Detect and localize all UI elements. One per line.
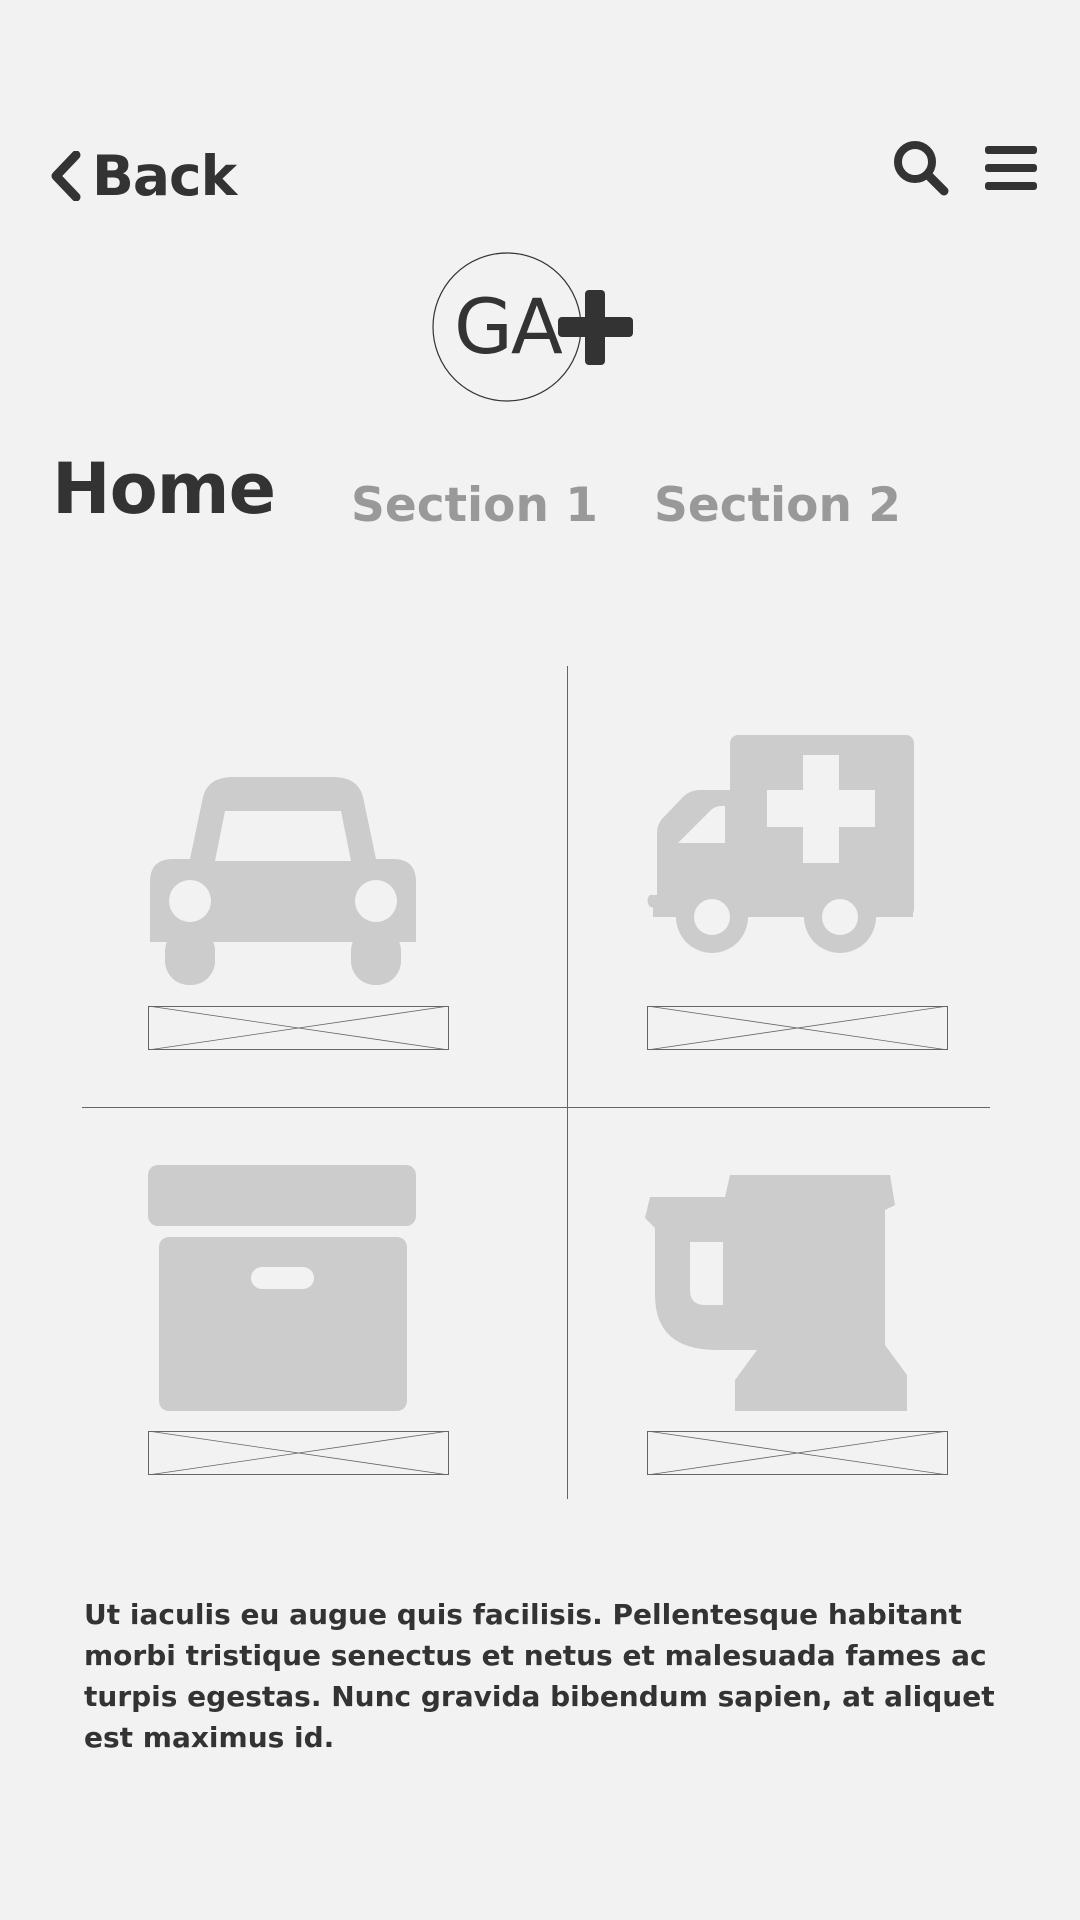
caption-placeholder <box>148 1431 449 1475</box>
archive-box-icon <box>148 1165 416 1411</box>
car-icon <box>150 777 416 985</box>
chevron-left-icon <box>51 151 81 201</box>
search-icon <box>894 141 949 196</box>
tile-mug[interactable] <box>640 1150 960 1490</box>
caption-placeholder <box>148 1006 449 1050</box>
logo: GA <box>432 252 642 402</box>
menu-button[interactable] <box>985 146 1037 190</box>
tile-car[interactable] <box>140 720 460 1060</box>
caption-placeholder <box>647 1431 948 1475</box>
tab-section-1[interactable]: Section 1 <box>351 478 598 533</box>
tab-home[interactable]: Home <box>52 448 276 530</box>
tile-ambulance[interactable] <box>640 720 960 1060</box>
grid-divider-vertical <box>567 666 568 1499</box>
back-button[interactable]: Back <box>48 144 237 208</box>
description-text: Ut iaculis eu augue quis facilisis. Pell… <box>84 1598 995 1754</box>
logo-text: GA <box>454 282 563 371</box>
ambulance-icon <box>647 735 914 953</box>
search-button[interactable] <box>892 139 950 197</box>
mug-icon <box>645 1175 907 1411</box>
hamburger-menu-icon <box>985 146 1037 190</box>
caption-placeholder <box>647 1006 948 1050</box>
back-label: Back <box>92 144 237 208</box>
plus-icon <box>558 290 633 365</box>
tab-section-2[interactable]: Section 2 <box>654 478 901 533</box>
grid-divider-horizontal <box>82 1107 990 1108</box>
tile-archive-box[interactable] <box>140 1150 460 1490</box>
